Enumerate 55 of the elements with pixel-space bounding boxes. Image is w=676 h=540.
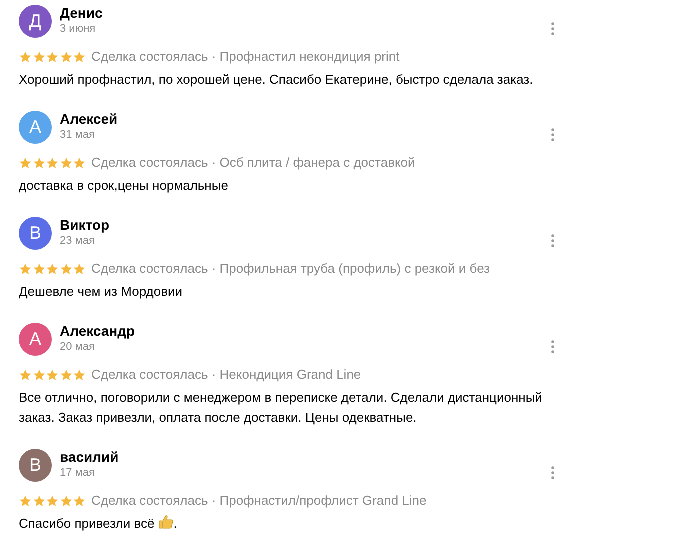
star-icon: [46, 368, 59, 382]
avatar[interactable]: В: [19, 449, 52, 482]
author-name[interactable]: Александр: [60, 322, 550, 340]
star-icon: [60, 50, 72, 64]
review-date: 3 июня: [60, 22, 97, 36]
author-name[interactable]: василий: [60, 448, 550, 466]
star-icon: [32, 50, 46, 64]
review-date: 31 мая: [60, 128, 96, 142]
review-text: Дешевле чем из Мордовии: [19, 284, 182, 299]
deal-info: Сделка состоялась · Профнастил некондиция print: [92, 48, 400, 66]
star-icon: [46, 494, 59, 508]
star-icon: [19, 50, 32, 64]
star-icon: [60, 368, 72, 382]
star-icon: [19, 262, 32, 276]
avatar[interactable]: А: [19, 323, 52, 356]
star-icon: [32, 156, 46, 170]
star-icon: [46, 262, 59, 276]
star-icon: [32, 368, 46, 382]
author-name[interactable]: Виктор: [60, 216, 550, 234]
more-icon[interactable]: [550, 128, 556, 142]
star-icon: [46, 50, 59, 64]
star-icon: [60, 494, 72, 508]
avatar[interactable]: В: [19, 217, 52, 250]
deal-info: Сделка состоялась · Профильная труба (профиль) с резкой и без: [92, 260, 490, 278]
avatar[interactable]: Д: [19, 5, 52, 38]
review-text: Все отлично, поговорили с менеджером в переписке детали. Сделали дистанционный заказ. Заказ привезли, оплата после доставки. Цены одекватные.: [19, 390, 542, 425]
review-date: 23 мая: [60, 234, 96, 248]
deal-info: Сделка состоялась · Профнастил/профлист Grand Line: [92, 492, 427, 510]
more-icon[interactable]: [550, 466, 556, 480]
review-text: Спасибо привезли всё: [19, 516, 155, 531]
star-icon: [32, 262, 46, 276]
star-icon: [73, 262, 86, 276]
more-icon[interactable]: [550, 340, 556, 354]
star-icon: [19, 494, 32, 508]
author-name[interactable]: Денис: [60, 4, 550, 22]
star-icon: [32, 494, 46, 508]
author-name[interactable]: Алексей: [60, 110, 550, 128]
star-icon: [60, 262, 72, 276]
deal-info: Сделка состоялась · Осб плита / фанера с доставкой: [92, 154, 416, 172]
review-text: Хороший профнастил, по хорошей цене. Спасибо Екатерине, быстро сделала заказ.: [19, 72, 534, 87]
star-icon: [60, 156, 72, 170]
more-icon[interactable]: [550, 22, 556, 36]
more-icon[interactable]: [550, 234, 556, 248]
punctuation: .: [174, 516, 178, 531]
review-date: 20 мая: [60, 340, 96, 354]
deal-info: Сделка состоялась · Некондиция Grand Line: [92, 366, 362, 384]
star-icon: [73, 50, 86, 64]
star-icon: [46, 156, 59, 170]
star-icon: [19, 156, 32, 170]
star-icon: [19, 368, 32, 382]
star-icon: [73, 494, 86, 508]
star-icon: [73, 156, 86, 170]
star-icon: [73, 368, 86, 382]
review-date: 17 мая: [60, 466, 96, 480]
review-text: доставка в срок,цены нормальные: [19, 178, 228, 193]
